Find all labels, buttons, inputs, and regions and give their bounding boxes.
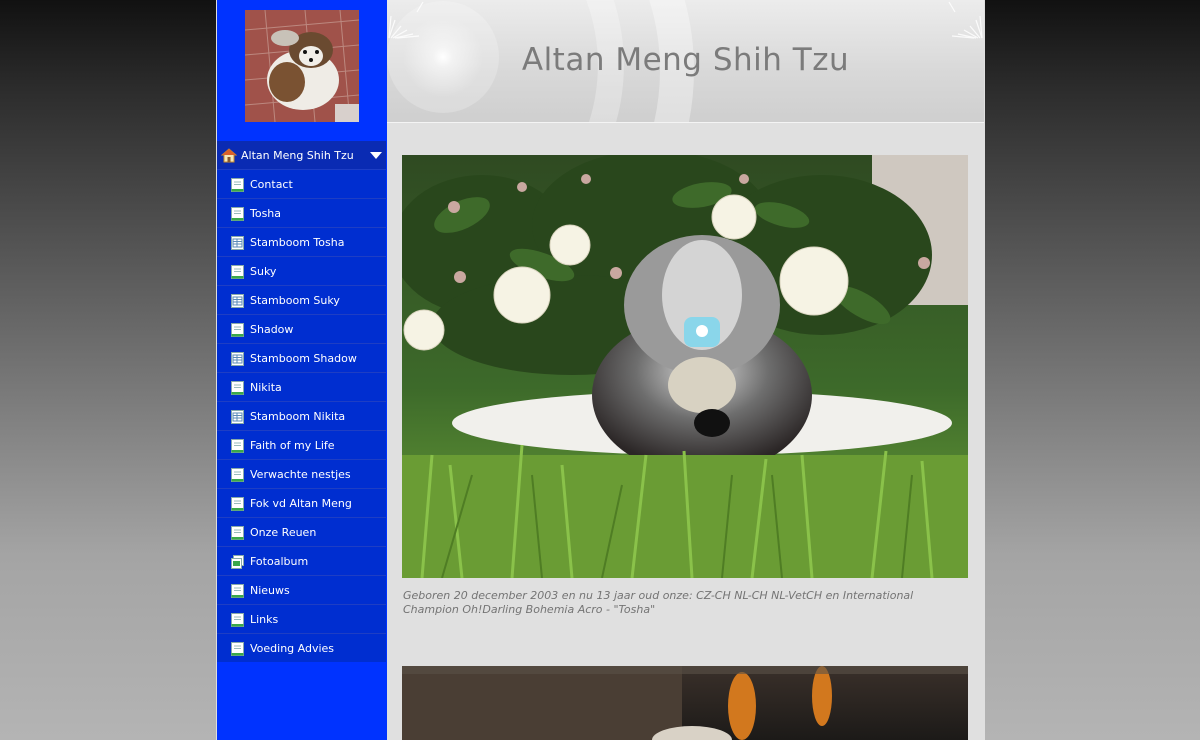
menu-item-label: Verwachte nestjes xyxy=(250,467,351,481)
menu-item-label: Contact xyxy=(250,177,293,191)
menu-item-stamboom-shadow[interactable]: Stamboom Shadow xyxy=(217,343,386,372)
main-menu: Altan Meng Shih Tzu Contact Tosha Stamboom… xyxy=(217,141,386,662)
main-content: Geboren 20 december 2003 en nu 13 jaar o… xyxy=(387,123,984,740)
menu-item-label: Onze Reuen xyxy=(250,525,317,539)
menu-item-fok-vd-altan-meng[interactable]: Fok vd Altan Meng xyxy=(217,488,386,517)
sidebar: Altan Meng Shih Tzu Contact Tosha Stamboom… xyxy=(216,0,387,740)
page-icon xyxy=(231,322,244,337)
menu-item-label: Faith of my Life xyxy=(250,438,335,452)
menu-item-label: Tosha xyxy=(250,206,282,220)
logo-photo[interactable] xyxy=(245,10,359,122)
menu-item-stamboom-tosha[interactable]: Stamboom Tosha xyxy=(217,227,386,256)
menu-item-stamboom-nikita[interactable]: Stamboom Nikita xyxy=(217,401,386,430)
header-banner: Altan Meng Shih Tzu xyxy=(387,0,984,123)
menu-item-voeding-advies[interactable]: Voeding Advies xyxy=(217,633,386,662)
menu-item-home[interactable]: Altan Meng Shih Tzu xyxy=(217,141,386,169)
page-icon xyxy=(231,467,244,482)
dropdown-arrow-icon[interactable] xyxy=(370,152,382,159)
menu-item-links[interactable]: Links xyxy=(217,604,386,633)
menu-item-suky[interactable]: Suky xyxy=(217,256,386,285)
menu-item-stamboom-suky[interactable]: Stamboom Suky xyxy=(217,285,386,314)
menu-item-label: Stamboom Suky xyxy=(250,293,340,307)
menu-item-verwachte-nestjes[interactable]: Verwachte nestjes xyxy=(217,459,386,488)
page-icon xyxy=(231,496,244,511)
page-icon xyxy=(231,438,244,453)
menu-item-label: Stamboom Nikita xyxy=(250,409,346,423)
page-icon xyxy=(231,264,244,279)
page-container: Altan Meng Shih Tzu Contact Tosha Stamboom… xyxy=(216,0,985,740)
page-icon xyxy=(231,206,244,221)
menu-item-label: Links xyxy=(250,612,279,626)
menu-item-onze-reuen[interactable]: Onze Reuen xyxy=(217,517,386,546)
menu-item-label: Nikita xyxy=(250,380,282,394)
photo-album-icon xyxy=(231,554,244,569)
menu-item-label: Shadow xyxy=(250,322,294,336)
table-page-icon xyxy=(231,351,244,366)
second-dog-photo[interactable] xyxy=(402,666,968,740)
menu-home-label: Altan Meng Shih Tzu xyxy=(241,148,354,162)
photo-caption: Geboren 20 december 2003 en nu 13 jaar o… xyxy=(403,589,914,616)
menu-item-label: Stamboom Tosha xyxy=(250,235,345,249)
menu-item-nieuws[interactable]: Nieuws xyxy=(217,575,386,604)
home-icon xyxy=(221,147,237,162)
table-page-icon xyxy=(231,409,244,424)
menu-item-tosha[interactable]: Tosha xyxy=(217,198,386,227)
menu-item-faith-of-my-life[interactable]: Faith of my Life xyxy=(217,430,386,459)
menu-item-label: Fotoalbum xyxy=(250,554,309,568)
page-icon xyxy=(231,525,244,540)
table-page-icon xyxy=(231,293,244,308)
table-page-icon xyxy=(231,235,244,250)
menu-item-nikita[interactable]: Nikita xyxy=(217,372,386,401)
menu-item-shadow[interactable]: Shadow xyxy=(217,314,386,343)
featured-dog-photo[interactable] xyxy=(402,155,968,578)
menu-item-label: Voeding Advies xyxy=(250,641,335,655)
menu-item-label: Stamboom Shadow xyxy=(250,351,357,365)
site-title: Altan Meng Shih Tzu xyxy=(521,42,850,78)
page-icon xyxy=(231,641,244,656)
page-icon xyxy=(231,583,244,598)
menu-item-label: Suky xyxy=(250,264,277,278)
menu-item-fotoalbum[interactable]: Fotoalbum xyxy=(217,546,386,575)
menu-item-label: Fok vd Altan Meng xyxy=(250,496,352,510)
page-icon xyxy=(231,612,244,627)
menu-item-label: Nieuws xyxy=(250,583,290,597)
page-icon xyxy=(231,177,244,192)
page-icon xyxy=(231,380,244,395)
menu-item-contact[interactable]: Contact xyxy=(217,169,386,198)
